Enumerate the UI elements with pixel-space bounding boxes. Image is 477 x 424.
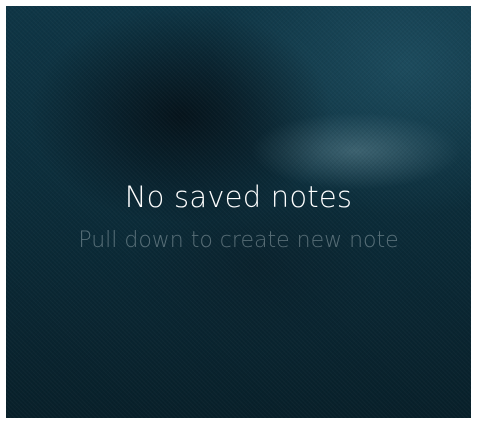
empty-state-hint: Pull down to create new note bbox=[78, 228, 399, 253]
notes-page[interactable]: No saved notes Pull down to create new n… bbox=[6, 6, 471, 418]
empty-state-placeholder: No saved notes Pull down to create new n… bbox=[6, 178, 471, 256]
empty-state-title: No saved notes bbox=[124, 180, 353, 214]
